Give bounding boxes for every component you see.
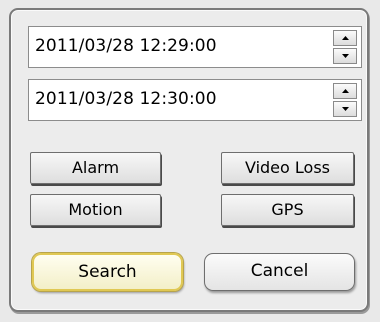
gps-button[interactable]: GPS bbox=[221, 194, 354, 226]
start-datetime-value: 2011/03/28 12:29:00 bbox=[35, 36, 217, 56]
video-loss-button[interactable]: Video Loss bbox=[221, 152, 354, 184]
end-datetime-decrement-button[interactable] bbox=[333, 101, 357, 117]
end-datetime-increment-button[interactable] bbox=[333, 83, 357, 99]
end-datetime-value: 2011/03/28 12:30:00 bbox=[35, 89, 217, 109]
search-button[interactable]: Search bbox=[32, 253, 183, 291]
start-datetime-decrement-button[interactable] bbox=[333, 48, 357, 64]
start-datetime-increment-button[interactable] bbox=[333, 30, 357, 46]
arrow-down-icon bbox=[342, 54, 349, 58]
alarm-button[interactable]: Alarm bbox=[30, 152, 161, 184]
end-datetime-field[interactable]: 2011/03/28 12:30:00 bbox=[28, 79, 362, 121]
arrow-up-icon bbox=[342, 36, 349, 40]
arrow-down-icon bbox=[342, 107, 349, 111]
cancel-button[interactable]: Cancel bbox=[204, 253, 355, 291]
motion-button[interactable]: Motion bbox=[30, 194, 161, 226]
start-datetime-field[interactable]: 2011/03/28 12:29:00 bbox=[28, 26, 362, 68]
arrow-up-icon bbox=[342, 89, 349, 93]
